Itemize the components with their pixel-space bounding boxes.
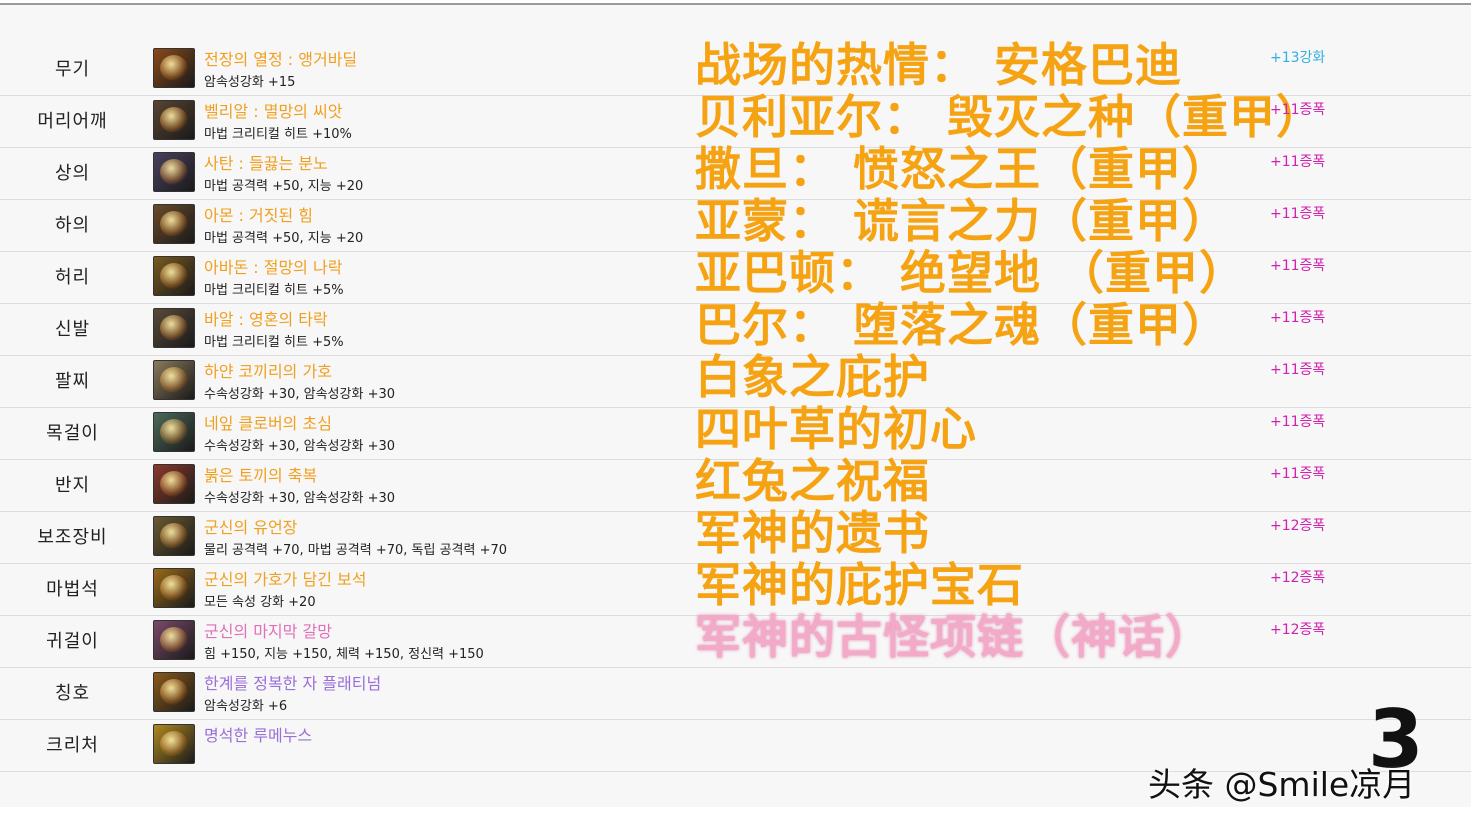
slot-label: 칭호: [54, 683, 91, 704]
item-name: 네잎 클로버의 초심: [204, 414, 332, 433]
item-name: 벨리알 : 멸망의 씨앗: [204, 102, 343, 121]
enhancement-level: +12증폭: [1270, 622, 1326, 638]
item-icon[interactable]: [153, 308, 195, 348]
equipment-row: 마법석 군신의 가호가 담긴 보석모든 속성 강화 +20 军神的庇护宝石 +12증폭: [0, 558, 1471, 616]
item-icon[interactable]: [153, 516, 195, 556]
slot-label: 반지: [54, 475, 91, 496]
item-name: 아바돈 : 절망의 나락: [204, 258, 343, 277]
item-stat: 마법 크리티컬 히트 +5%: [204, 283, 344, 298]
equipment-list: 무기 전장의 열정 : 앵거바딜암속성강화 +15 战场的热情： 安格巴迪 +13강화…: [0, 38, 1471, 772]
item-name: 아몬 : 거짓된 힘: [204, 206, 313, 225]
equipment-row: 허리 아바돈 : 절망의 나락마법 크리티컬 히트 +5% 亚巴顿： 绝望地 （重甲…: [0, 246, 1471, 304]
item-stat: 모든 속성 강화 +20: [204, 595, 316, 610]
enhancement-level: +11증폭: [1270, 310, 1326, 326]
item-stat: 마법 크리티컬 히트 +10%: [204, 127, 352, 142]
item-icon[interactable]: [153, 620, 195, 660]
item-name: 전장의 열정 : 앵거바딜: [204, 50, 358, 69]
enhancement-level: +11증폭: [1270, 414, 1326, 430]
item-icon[interactable]: [153, 412, 195, 452]
item-icon[interactable]: [153, 48, 195, 88]
enhancement-level: +12증폭: [1270, 518, 1326, 534]
item-name: 붉은 토끼의 축복: [204, 466, 318, 485]
equipment-row: 귀걸이 군신의 마지막 갈망힘 +150, 지능 +150, 체력 +150, 정…: [0, 610, 1471, 668]
item-stat: 마법 공격력 +50, 지능 +20: [204, 231, 364, 246]
equipment-row: 팔찌 하얀 코끼리의 가호수속성강화 +30, 암속성강화 +30 白象之庇护 +11…: [0, 350, 1471, 408]
slot-label: 크리처: [46, 735, 99, 756]
chinese-caption: 红兔之祝福: [695, 454, 930, 508]
equipment-row: 목걸이 네잎 클로버의 초심수속성강화 +30, 암속성강화 +30 四叶草的初心 +…: [0, 402, 1471, 460]
slot-label: 귀걸이: [46, 631, 99, 652]
slot-label: 무기: [54, 59, 91, 80]
item-stat: 수속성강화 +30, 암속성강화 +30: [204, 491, 395, 506]
item-name: 하얀 코끼리의 가호: [204, 362, 332, 381]
slot-label: 머리어깨: [37, 111, 108, 132]
equipment-row: 무기 전장의 열정 : 앵거바딜암속성강화 +15 战场的热情： 安格巴迪 +13강화: [0, 38, 1471, 96]
enhancement-level: +12증폭: [1270, 570, 1326, 586]
equipment-row: 신발 바알 : 영혼의 타락마법 크리티컬 히트 +5% 巴尔： 堕落之魂（重甲） +…: [0, 298, 1471, 356]
item-icon[interactable]: [153, 204, 195, 244]
item-icon[interactable]: [153, 360, 195, 400]
equipment-row: 반지 붉은 토끼의 축복수속성강화 +30, 암속성강화 +30 红兔之祝福 +11증…: [0, 454, 1471, 512]
equipment-row: 머리어깨 벨리알 : 멸망의 씨앗마법 크리티컬 히트 +10% 贝利亚尔： 毁灭之…: [0, 90, 1471, 148]
chinese-caption: 军神的遗书: [695, 506, 930, 560]
chinese-caption: 亚巴顿： 绝望地 （重甲）: [695, 246, 1247, 300]
slot-label: 목걸이: [46, 423, 99, 444]
item-icon[interactable]: [153, 100, 195, 140]
item-icon[interactable]: [153, 464, 195, 504]
equipment-row: 상의 사탄 : 들끓는 분노마법 공격력 +50, 지능 +20 撒旦： 愤怒之王（…: [0, 142, 1471, 200]
chinese-caption: 贝利亚尔： 毁灭之种（重甲）: [695, 90, 1324, 144]
item-name: 명석한 루메누스: [204, 726, 313, 745]
chinese-caption: 战场的热情： 安格巴迪: [695, 38, 1183, 92]
chinese-caption: 白象之庇护: [695, 350, 930, 404]
slot-label: 하의: [54, 215, 91, 236]
equipment-row: 하의 아몬 : 거짓된 힘마법 공격력 +50, 지능 +20 亚蒙： 谎言之力（重…: [0, 194, 1471, 252]
chinese-caption: 军神的庇护宝石: [695, 558, 1024, 612]
item-icon[interactable]: [153, 724, 195, 764]
enhancement-level: +11증폭: [1270, 258, 1326, 274]
chinese-caption: 四叶草的初心: [695, 402, 977, 456]
equipment-row: 보조장비 군신의 유언장물리 공격력 +70, 마법 공격력 +70, 독립 공격…: [0, 506, 1471, 564]
slot-label: 신발: [54, 319, 91, 340]
chinese-caption: 亚蒙： 谎言之力（重甲）: [695, 194, 1230, 248]
item-stat: 수속성강화 +30, 암속성강화 +30: [204, 439, 395, 454]
item-stat: 마법 공격력 +50, 지능 +20: [204, 179, 364, 194]
item-icon[interactable]: [153, 152, 195, 192]
item-name: 한계를 정복한 자 플래티넘: [204, 674, 382, 693]
item-name: 군신의 마지막 갈망: [204, 622, 332, 641]
item-stat: 암속성강화 +6: [204, 699, 288, 714]
enhancement-level: +11증폭: [1270, 102, 1326, 118]
item-icon[interactable]: [153, 256, 195, 296]
item-icon[interactable]: [153, 568, 195, 608]
item-stat: 수속성강화 +30, 암속성강화 +30: [204, 387, 395, 402]
item-stat: 암속성강화 +15: [204, 75, 296, 90]
item-name: 바알 : 영혼의 타락: [204, 310, 328, 329]
chinese-caption: 军神的古怪项链（神话）: [695, 610, 1212, 664]
bottom-strip: [0, 807, 1471, 822]
slot-label: 허리: [54, 267, 91, 288]
equipment-row: 칭호 한계를 정복한 자 플래티넘암속성강화 +6: [0, 668, 1471, 720]
enhancement-level: +11증폭: [1270, 154, 1326, 170]
enhancement-level: +11증폭: [1270, 362, 1326, 378]
slot-label: 상의: [54, 163, 91, 184]
enhancement-level: +11증폭: [1270, 206, 1326, 222]
enhancement-level: +11증폭: [1270, 466, 1326, 482]
chinese-caption: 撒旦： 愤怒之王（重甲）: [695, 142, 1230, 196]
item-stat: 힘 +150, 지능 +150, 체력 +150, 정신력 +150: [204, 647, 484, 662]
watermark-text: 头条 @Smile凉月: [1148, 765, 1416, 804]
enhancement-level: +13강화: [1270, 50, 1326, 66]
slot-label: 팔찌: [54, 371, 91, 392]
item-icon[interactable]: [153, 672, 195, 712]
item-name: 사탄 : 들끓는 분노: [204, 154, 328, 173]
item-stat: 마법 크리티컬 히트 +5%: [204, 335, 344, 350]
slot-label: 마법석: [46, 579, 99, 600]
item-name: 군신의 가호가 담긴 보석: [204, 570, 367, 589]
item-stat: 물리 공격력 +70, 마법 공격력 +70, 독립 공격력 +70: [204, 543, 508, 558]
item-name: 군신의 유언장: [204, 518, 298, 537]
slot-label: 보조장비: [37, 527, 108, 548]
chinese-caption: 巴尔： 堕落之魂（重甲）: [695, 298, 1230, 352]
